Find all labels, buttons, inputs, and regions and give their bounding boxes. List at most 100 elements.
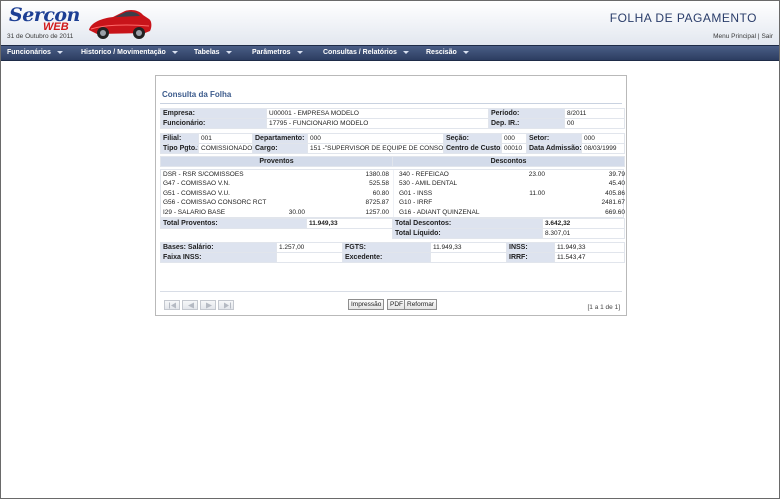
proventos-header: Proventos bbox=[160, 156, 393, 167]
table-row: Filial: 001 Departamento: 000 Seção: 000… bbox=[160, 133, 625, 144]
nav-label: Funcionários bbox=[7, 49, 51, 56]
nav-consultas[interactable]: Consultas / Relatórios bbox=[323, 49, 409, 56]
departamento-value: 000 bbox=[307, 133, 444, 144]
list-item: G47 - COMISSAO V.N. 525.58 bbox=[161, 180, 389, 189]
logo: Sercon WEB bbox=[9, 4, 80, 34]
total-liquido-label: Total Líquido: bbox=[392, 228, 543, 239]
reformar-button[interactable]: Reformar bbox=[404, 299, 438, 310]
item-value: 2481.67 bbox=[601, 199, 626, 207]
item-value: 1257.00 bbox=[365, 208, 390, 216]
nav-funcionarios[interactable]: Funcionários bbox=[7, 49, 63, 56]
table-row: Funcionário: 17795 - FUNCIONARIO MODELO … bbox=[160, 118, 625, 129]
centrocusto-label: Centro de Custo: bbox=[443, 143, 502, 154]
arrow-right-icon bbox=[206, 302, 212, 309]
setor-label: Setor: bbox=[526, 133, 582, 144]
arrow-left-icon bbox=[188, 302, 194, 309]
periodo-value: 8/2011 bbox=[564, 108, 625, 119]
nav-rescisao[interactable]: Rescisão bbox=[426, 49, 469, 56]
item-value: 405.86 bbox=[605, 189, 625, 197]
chevron-down-icon bbox=[402, 50, 409, 54]
list-item: 530 - AMIL DENTAL 45.40 bbox=[397, 180, 625, 189]
filial-value: 001 bbox=[198, 133, 253, 144]
divider bbox=[160, 103, 622, 104]
item-description: G56 - COMISSAO CONSORC RCT bbox=[163, 199, 267, 207]
admissao-value: 08/03/1999 bbox=[581, 143, 625, 154]
main-nav: Funcionários Historico / Movimentação Ta… bbox=[1, 45, 779, 61]
panel-title: Consulta da Folha bbox=[162, 90, 232, 99]
section-headers: Proventos Descontos bbox=[160, 156, 625, 167]
excedente-label: Excedente: bbox=[342, 252, 431, 263]
table-row: Faixa INSS: Excedente: IRRF: 11.543,47 bbox=[160, 252, 625, 263]
table-row: Bases: Salário: 1.257,00 FGTS: 11.949,33… bbox=[160, 242, 625, 253]
fgts-label: FGTS: bbox=[342, 242, 431, 253]
menu-principal-link[interactable]: Menu Principal bbox=[713, 33, 756, 40]
consulta-panel: Consulta da Folha Empresa: U00001 - EMPR… bbox=[155, 75, 627, 316]
list-item: 340 - REFEICAO 23.00 39.79 bbox=[397, 171, 625, 180]
app-title: FOLHA DE PAGAMENTO bbox=[609, 11, 757, 25]
nav-label: Tabelas bbox=[194, 49, 220, 56]
inss-value: 11.949,33 bbox=[554, 242, 625, 253]
item-description: DSR - RSR S/COMISSOES bbox=[163, 171, 244, 178]
chevron-down-icon bbox=[296, 50, 303, 54]
list-item: I29 - SALARIO BASE 30.00 1257.00 bbox=[161, 209, 389, 218]
depir-label: Dep. IR.: bbox=[488, 118, 565, 129]
total-proventos-label: Total Proventos: bbox=[160, 218, 307, 229]
header: Sercon WEB FOLHA DE PAGAMENTO 31 de Outu… bbox=[1, 1, 779, 45]
prev-page-button[interactable] bbox=[182, 300, 198, 310]
nav-label: Rescisão bbox=[426, 49, 457, 56]
pagination-info: [1 a 1 de 1] bbox=[587, 304, 620, 311]
irrf-label: IRRF: bbox=[506, 252, 555, 263]
table-row: Tipo Pgto.: COMISSIONADO Cargo: 151 -"SU… bbox=[160, 143, 625, 154]
first-page-button[interactable] bbox=[164, 300, 180, 310]
item-description: G10 - IRRF bbox=[399, 199, 433, 207]
employee-detail-table: Filial: 001 Departamento: 000 Seção: 000… bbox=[160, 133, 625, 154]
nav-parametros[interactable]: Parâmetros bbox=[252, 49, 303, 56]
funcionario-label: Funcionário: bbox=[160, 118, 267, 129]
table-row: Proventos Descontos bbox=[160, 156, 625, 167]
date-bar: 31 de Outubro de 2011 Menu Principal | S… bbox=[1, 32, 779, 44]
chevron-down-icon bbox=[225, 50, 232, 54]
table-row: Total Proventos: 11.949,33 Total Descont… bbox=[160, 218, 625, 229]
item-value: 45.40 bbox=[608, 180, 625, 188]
item-description: 340 - REFEICAO bbox=[399, 171, 449, 178]
entries-list: DSR - RSR S/COMISSOES 1380.08 G47 - COMISS… bbox=[160, 169, 625, 218]
descontos-header: Descontos bbox=[392, 156, 625, 167]
nav-historico[interactable]: Historico / Movimentação bbox=[81, 49, 178, 56]
item-description: 530 - AMIL DENTAL bbox=[399, 180, 458, 188]
fgts-value: 11.949,33 bbox=[430, 242, 507, 253]
list-item: G10 - IRRF 2481.67 bbox=[397, 199, 625, 208]
sair-link[interactable]: Sair bbox=[761, 33, 773, 40]
centrocusto-value: 00010 bbox=[501, 143, 527, 154]
impressao-button[interactable]: Impressão bbox=[348, 299, 385, 310]
nav-label: Parâmetros bbox=[252, 49, 291, 56]
periodo-label: Período: bbox=[488, 108, 565, 119]
link-separator: | bbox=[757, 33, 760, 40]
cargo-label: Cargo: bbox=[252, 143, 308, 154]
item-value: 8725.87 bbox=[365, 199, 390, 207]
faixa-inss-label: Faixa INSS: bbox=[160, 252, 277, 263]
excedente-value bbox=[430, 252, 507, 263]
total-liquido-value: 8.307,01 bbox=[542, 228, 625, 239]
nav-label: Historico / Movimentação bbox=[81, 49, 166, 56]
irrf-value: 11.543,47 bbox=[554, 252, 625, 263]
table-row: Total Líquido: 8.307,01 bbox=[160, 228, 625, 239]
nav-tabelas[interactable]: Tabelas bbox=[194, 49, 232, 56]
item-value: 525.58 bbox=[369, 180, 389, 188]
item-value: 1380.08 bbox=[365, 171, 390, 178]
tipopgto-label: Tipo Pgto.: bbox=[160, 143, 199, 154]
top-links: Menu Principal | Sair bbox=[713, 33, 773, 40]
total-proventos-value: 11.949,33 bbox=[306, 218, 393, 229]
item-description: I29 - SALARIO BASE bbox=[163, 208, 226, 216]
bases-table: Bases: Salário: 1.257,00 FGTS: 11.949,33… bbox=[160, 242, 625, 263]
list-item: G01 - INSS 11.00 405.86 bbox=[397, 190, 625, 199]
last-page-button[interactable] bbox=[218, 300, 234, 310]
cargo-value: 151 -"SUPERVISOR DE EQUIPE DE CONSORCIO bbox=[307, 143, 444, 154]
secao-label: Seção: bbox=[443, 133, 502, 144]
app-window: Sercon WEB FOLHA DE PAGAMENTO 31 de Outu… bbox=[0, 0, 780, 499]
admissao-label: Data Admissão: bbox=[526, 143, 582, 154]
empresa-value: U00001 - EMPRESA MODELO bbox=[266, 108, 489, 119]
bases-salario-label: Bases: Salário: bbox=[160, 242, 277, 253]
item-reference: 30.00 bbox=[288, 208, 305, 216]
next-page-button[interactable] bbox=[200, 300, 216, 310]
divider bbox=[160, 291, 622, 292]
